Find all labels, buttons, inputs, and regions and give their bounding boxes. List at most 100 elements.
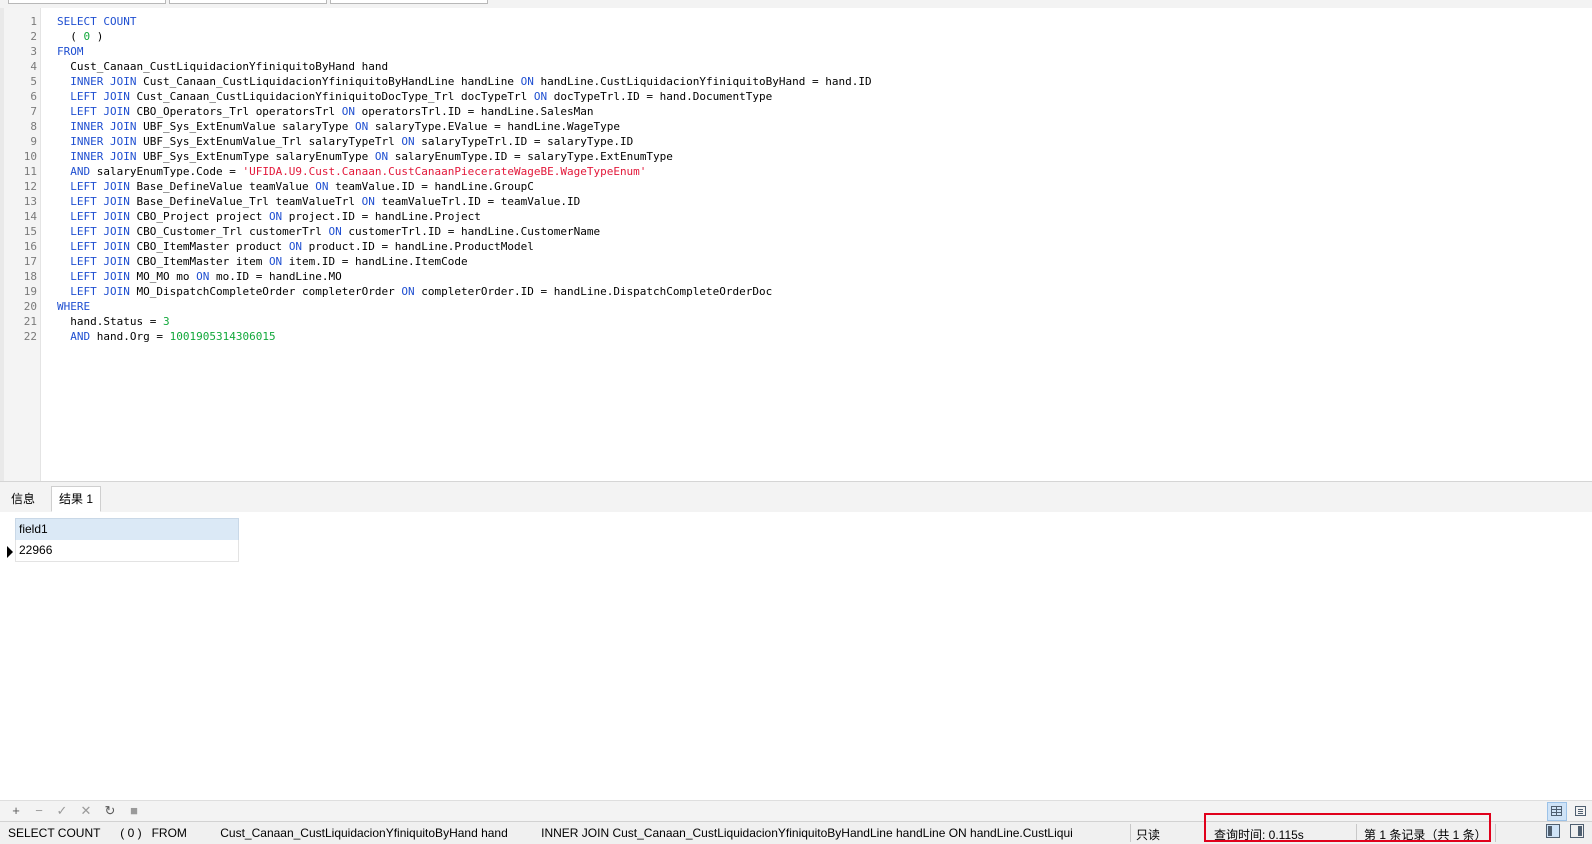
sql-keyword: SELECT COUNT	[57, 15, 137, 28]
sql-text: MO_MO mo	[129, 270, 197, 283]
sql-keyword: LEFT JOIN	[57, 180, 130, 193]
sql-text: salaryEnumType.Code =	[90, 165, 243, 178]
sql-keyword: ON	[288, 240, 303, 253]
table-cell[interactable]: 22966	[19, 543, 52, 557]
column-header-field1[interactable]: field1	[15, 518, 239, 541]
sql-string: 'UFIDA.U9.Cust.Canaan.CustCanaanPiecerat…	[242, 165, 647, 178]
code-text: LEFT JOIN CBO_ItemMaster product ON prod…	[57, 239, 534, 254]
plus-icon[interactable]: +	[6, 802, 26, 820]
left-panel-icon[interactable]	[1546, 824, 1560, 838]
current-row-indicator-icon	[7, 546, 13, 558]
code-text: LEFT JOIN CBO_Customer_Trl customerTrl O…	[57, 224, 600, 239]
sql-keyword: ON	[401, 285, 415, 298]
sql-text: hand.Org =	[90, 330, 170, 343]
sql-text: MO_DispatchCompleteOrder completerOrder	[129, 285, 402, 298]
code-text: INNER JOIN Cust_Canaan_CustLiquidacionYf…	[57, 74, 871, 89]
line-number: 7	[30, 105, 37, 118]
code-text: WHERE	[57, 299, 90, 314]
sql-text: Cust_Canaan_CustLiquidacionYfiniquitoByH…	[136, 75, 521, 88]
code-text: LEFT JOIN Cust_Canaan_CustLiquidacionYfi…	[57, 89, 772, 104]
sql-keyword: ON	[355, 120, 369, 133]
line-number: 15	[23, 225, 37, 238]
code-text: INNER JOIN UBF_Sys_ExtEnumType salaryEnu…	[57, 149, 673, 164]
editor-tab[interactable]	[169, 0, 327, 4]
sql-text: )	[90, 30, 104, 43]
code-text: Cust_Canaan_CustLiquidacionYfiniquitoByH…	[57, 59, 388, 74]
sql-number: 3	[162, 315, 170, 328]
grid-view-icon[interactable]	[1547, 802, 1567, 821]
sql-text: CBO_ItemMaster product	[129, 240, 289, 253]
tab-result-1[interactable]: 结果 1	[51, 486, 102, 512]
stop-icon[interactable]: ■	[124, 802, 144, 820]
sql-text: Base_DefineValue_Trl teamValueTrl	[129, 195, 362, 208]
sql-keyword: ON	[315, 180, 329, 193]
line-number: 2	[30, 30, 37, 43]
sql-keyword: ON	[196, 270, 210, 283]
sql-text: completerOrder.ID = handLine.DispatchCom…	[414, 285, 773, 298]
sql-keyword: ON	[533, 90, 548, 103]
line-number: 16	[23, 240, 37, 253]
sql-number: 1001905314306015	[169, 330, 276, 343]
code-text: INNER JOIN UBF_Sys_ExtEnumValue_Trl sala…	[57, 134, 633, 149]
line-number: 4	[30, 60, 37, 73]
sql-text: product.ID = handLine.ProductModel	[302, 240, 534, 253]
line-number: 6	[30, 90, 37, 103]
cross-icon[interactable]: ✕	[76, 802, 96, 820]
sql-text: Cust_Canaan_CustLiquidacionYfiniquitoDoc…	[129, 90, 534, 103]
result-grid[interactable]: field1 22966	[0, 512, 1592, 800]
sql-text: project.ID = handLine.Project	[282, 210, 481, 223]
status-readonly: 只读	[1136, 828, 1161, 842]
table-row[interactable]: 22966	[15, 540, 239, 562]
code-text: LEFT JOIN CBO_ItemMaster item ON item.ID…	[57, 254, 468, 269]
line-number: 12	[23, 180, 37, 193]
line-number: 3	[30, 45, 37, 58]
sql-text: salaryTypeTrl.ID = salaryType.ID	[414, 135, 634, 148]
code-text: LEFT JOIN Base_DefineValue_Trl teamValue…	[57, 194, 580, 209]
form-view-icon[interactable]	[1571, 802, 1591, 821]
sql-keyword: ON	[328, 225, 342, 238]
editor-tab[interactable]	[330, 0, 488, 4]
line-number: 21	[23, 315, 37, 328]
sql-text: Base_DefineValue teamValue	[129, 180, 316, 193]
tab-info[interactable]: 信息	[4, 487, 42, 511]
code-text: INNER JOIN UBF_Sys_ExtEnumValue salaryTy…	[57, 119, 620, 134]
code-text: FROM	[57, 44, 84, 59]
sql-text: teamValueTrl.ID = teamValue.ID	[374, 195, 581, 208]
sql-keyword: ON	[268, 255, 283, 268]
sql-text: UBF_Sys_ExtEnumValue_Trl salaryTypeTrl	[136, 135, 402, 148]
sql-keyword: ON	[401, 135, 415, 148]
sql-keyword: AND	[57, 165, 91, 178]
sql-text: salaryType.EValue = handLine.WageType	[368, 120, 620, 133]
sql-keyword: ON	[520, 75, 534, 88]
sql-keyword: INNER JOIN	[57, 135, 137, 148]
sql-text: teamValue.ID = handLine.GroupC	[328, 180, 534, 193]
result-tab-bar: 信息 结果 1	[0, 481, 1592, 513]
check-icon[interactable]: ✓	[52, 802, 72, 820]
sql-keyword: LEFT JOIN	[57, 105, 130, 118]
right-panel-icon[interactable]	[1570, 824, 1584, 838]
sql-text: UBF_Sys_ExtEnumValue salaryType	[136, 120, 356, 133]
sql-text: operatorsTrl.ID = handLine.SalesMan	[355, 105, 594, 118]
sql-text: (	[57, 30, 84, 43]
sql-text: customerTrl.ID = handLine.CustomerName	[341, 225, 601, 238]
line-number: 1	[30, 15, 37, 28]
sql-keyword: INNER JOIN	[57, 120, 137, 133]
line-number: 18	[23, 270, 37, 283]
minus-icon[interactable]: −	[29, 802, 49, 820]
sql-keyword: LEFT JOIN	[57, 285, 130, 298]
code-text: LEFT JOIN CBO_Operators_Trl operatorsTrl…	[57, 104, 593, 119]
sql-text: CBO_Project project	[129, 210, 269, 223]
code-text: AND salaryEnumType.Code = 'UFIDA.U9.Cust…	[57, 164, 646, 179]
code-text: LEFT JOIN MO_DispatchCompleteOrder compl…	[57, 284, 772, 299]
line-number: 22	[23, 330, 37, 343]
sql-keyword: LEFT JOIN	[57, 90, 130, 103]
editor-tab[interactable]	[8, 0, 166, 4]
refresh-icon[interactable]: ↻	[100, 802, 120, 820]
sql-text: item.ID = handLine.ItemCode	[282, 255, 468, 268]
sql-editor[interactable]: 1 SELECT COUNT 2 ( 0 ) 3 FROM 4 Cust_Canaan_C…	[0, 8, 1592, 481]
sql-keyword: LEFT JOIN	[57, 255, 130, 268]
line-number: 14	[23, 210, 37, 223]
line-number: 10	[23, 150, 37, 163]
sql-text: salaryEnumType.ID = salaryType.ExtEnumTy…	[388, 150, 673, 163]
sql-text: UBF_Sys_ExtEnumType salaryEnumType	[136, 150, 375, 163]
